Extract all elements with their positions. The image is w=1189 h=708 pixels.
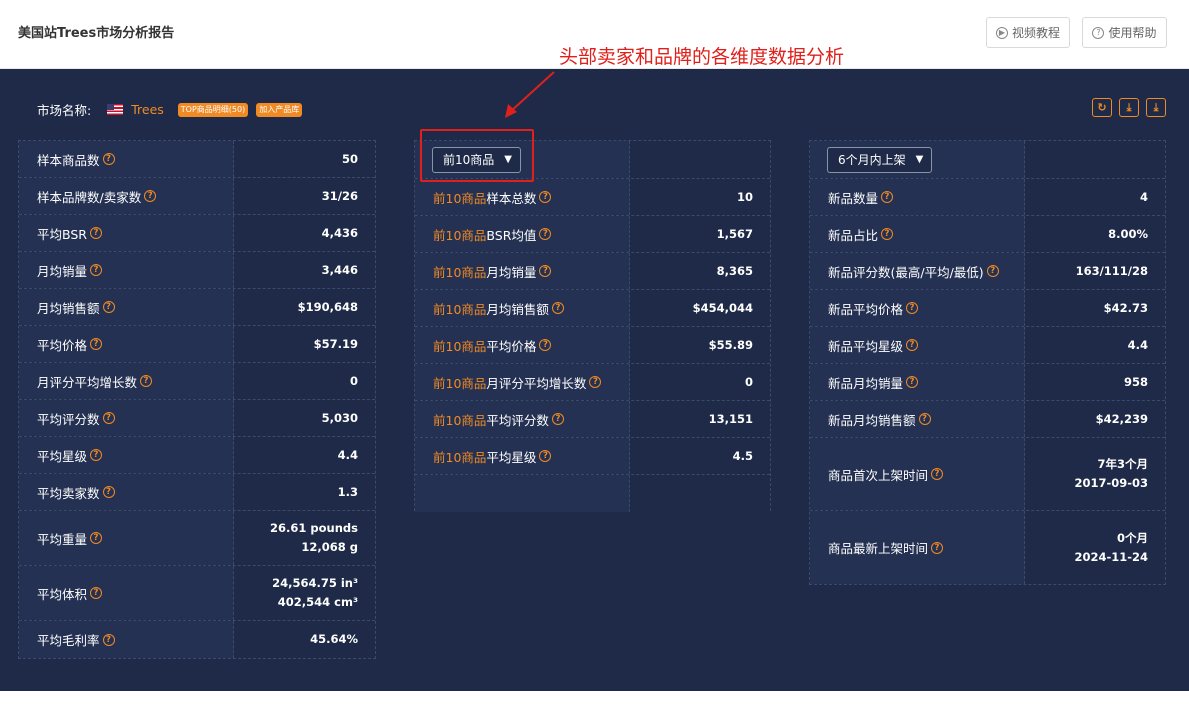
- annotation-highlight-box: [420, 129, 534, 182]
- annotation-arrow: [505, 71, 555, 118]
